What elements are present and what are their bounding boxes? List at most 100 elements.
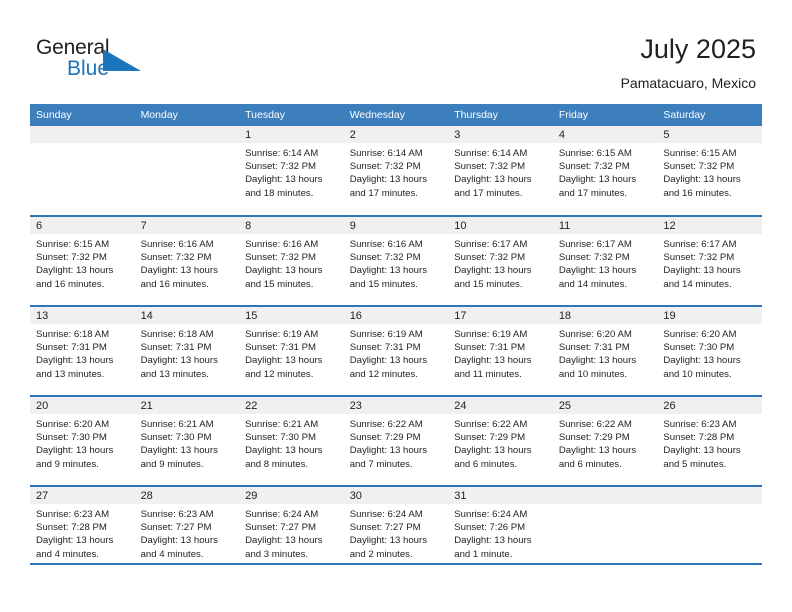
day-info-line: Sunrise: 6:24 AM xyxy=(349,509,423,520)
day-info-line: Sunset: 7:31 PM xyxy=(454,342,526,354)
calendar-day-cell[interactable]: 20 Sunrise: 6:20 AM Sunset: 7:30 PM Dayligh… xyxy=(30,395,135,486)
calendar-day-cell[interactable]: 6 Sunrise: 6:15 AM Sunset: 7:32 PM Daylight… xyxy=(30,215,135,306)
day-sun-info: Sunrise: 6:22 AM Sunset: 7:29 PM Daylight:… xyxy=(553,414,658,471)
day-sun-info: Sunrise: 6:18 AM Sunset: 7:31 PM Daylight:… xyxy=(135,324,240,381)
calendar-day-cell[interactable]: 12 Sunrise: 6:17 AM Sunset: 7:32 PM Dayligh… xyxy=(657,215,762,306)
day-info-line: Daylight: 13 hours xyxy=(245,535,323,547)
day-sun-info xyxy=(553,504,658,508)
day-info-line: and 12 minutes. xyxy=(245,368,314,380)
calendar-day-cell[interactable]: 21 Sunrise: 6:21 AM Sunset: 7:30 PM Dayligh… xyxy=(134,395,240,486)
day-info-line: Sunrise: 6:20 AM xyxy=(558,329,632,340)
day-info-line: Sunset: 7:32 PM xyxy=(663,161,735,173)
day-number xyxy=(552,487,658,504)
day-number: 1 xyxy=(239,126,344,143)
day-number: 28 xyxy=(134,487,240,504)
day-info-line: Sunrise: 6:17 AM xyxy=(663,239,737,250)
day-info-line: and 11 minutes. xyxy=(454,368,522,380)
title-block: July 2025 Pamatacuaro, Mexico xyxy=(621,33,756,92)
calendar-day-cell[interactable]: 3 Sunrise: 6:14 AM Sunset: 7:32 PM Daylight… xyxy=(448,126,553,216)
day-info-line: Sunset: 7:29 PM xyxy=(558,432,630,444)
day-info-line: Sunrise: 6:23 AM xyxy=(140,509,214,520)
day-info-line: and 7 minutes. xyxy=(349,458,413,470)
day-info-line: and 14 minutes. xyxy=(558,278,628,290)
day-sun-info: Sunrise: 6:22 AM Sunset: 7:29 PM Daylight:… xyxy=(344,414,449,471)
day-number: 20 xyxy=(30,397,135,414)
calendar-day-cell[interactable]: 4 Sunrise: 6:15 AM Sunset: 7:32 PM Daylight… xyxy=(552,126,658,216)
day-info-line: Sunset: 7:32 PM xyxy=(454,252,526,264)
day-info-line: and 8 minutes. xyxy=(245,458,309,470)
day-info-line: Sunset: 7:30 PM xyxy=(36,432,107,444)
day-sun-info xyxy=(135,143,240,147)
day-sun-info: Sunrise: 6:23 AM Sunset: 7:27 PM Daylight:… xyxy=(135,504,240,561)
day-info-line: Sunset: 7:27 PM xyxy=(349,522,421,534)
day-info-line: Sunrise: 6:14 AM xyxy=(349,148,423,159)
calendar-day-cell[interactable]: 11 Sunrise: 6:17 AM Sunset: 7:32 PM Dayligh… xyxy=(552,215,658,306)
day-info-line: Sunset: 7:28 PM xyxy=(663,432,735,444)
day-info-line: and 1 minute. xyxy=(454,548,513,560)
day-sun-info: Sunrise: 6:20 AM Sunset: 7:30 PM Daylight:… xyxy=(30,414,135,471)
day-info-line: Sunset: 7:27 PM xyxy=(245,522,317,534)
calendar-day-cell[interactable]: 7 Sunrise: 6:16 AM Sunset: 7:32 PM Daylight… xyxy=(134,215,240,306)
day-info-line: and 17 minutes. xyxy=(349,187,418,199)
day-sun-info: Sunrise: 6:21 AM Sunset: 7:30 PM Daylight:… xyxy=(239,414,344,471)
calendar-grid: Sunday Monday Tuesday Wednesday Thursday Frid… xyxy=(30,104,762,576)
calendar-day-cell[interactable]: 15 Sunrise: 6:19 AM Sunset: 7:31 PM Dayligh… xyxy=(239,305,344,396)
day-info-line: Sunrise: 6:18 AM xyxy=(140,329,214,340)
day-info-line: Sunrise: 6:23 AM xyxy=(663,419,737,430)
day-info-line: Daylight: 13 hours xyxy=(454,265,532,277)
day-info-line: and 16 minutes. xyxy=(140,278,209,290)
calendar-day-cell[interactable]: 13 Sunrise: 6:18 AM Sunset: 7:31 PM Dayligh… xyxy=(30,305,135,396)
day-info-line: Daylight: 13 hours xyxy=(454,535,532,547)
day-info-line: Daylight: 13 hours xyxy=(454,174,532,186)
day-info-line: Daylight: 13 hours xyxy=(349,355,428,367)
calendar-day-cell[interactable]: 5 Sunrise: 6:15 AM Sunset: 7:32 PM Daylight… xyxy=(657,126,762,216)
day-info-line: and 14 minutes. xyxy=(663,278,732,290)
day-number xyxy=(30,126,135,143)
calendar-day-cell[interactable]: 10 Sunrise: 6:17 AM Sunset: 7:32 PM Dayligh… xyxy=(448,215,553,306)
calendar-day-cell[interactable]: 16 Sunrise: 6:19 AM Sunset: 7:31 PM Dayligh… xyxy=(343,305,449,396)
calendar-day-cell[interactable]: 8 Sunrise: 6:16 AM Sunset: 7:32 PM Daylight… xyxy=(239,215,344,306)
day-info-line: Sunrise: 6:23 AM xyxy=(36,509,110,520)
calendar-day-cell[interactable]: 25 Sunrise: 6:22 AM Sunset: 7:29 PM Dayligh… xyxy=(552,395,658,486)
day-sun-info: Sunrise: 6:24 AM Sunset: 7:26 PM Daylight:… xyxy=(448,504,553,561)
calendar-day-cell[interactable]: 23 Sunrise: 6:22 AM Sunset: 7:29 PM Dayligh… xyxy=(343,395,449,486)
day-info-line: Sunset: 7:29 PM xyxy=(349,432,421,444)
day-sun-info: Sunrise: 6:24 AM Sunset: 7:27 PM Daylight:… xyxy=(344,504,449,561)
calendar-day-cell[interactable]: 2 Sunrise: 6:14 AM Sunset: 7:32 PM Daylight… xyxy=(343,126,449,216)
day-info-line: and 3 minutes. xyxy=(245,548,309,560)
calendar-day-cell[interactable]: 18 Sunrise: 6:20 AM Sunset: 7:31 PM Dayligh… xyxy=(552,305,658,396)
calendar-day-cell[interactable]: 22 Sunrise: 6:21 AM Sunset: 7:30 PM Dayligh… xyxy=(239,395,344,486)
day-number: 9 xyxy=(343,217,449,234)
day-sun-info: Sunrise: 6:24 AM Sunset: 7:27 PM Daylight:… xyxy=(239,504,344,561)
day-info-line: Sunrise: 6:21 AM xyxy=(245,419,319,430)
day-info-line: Sunset: 7:30 PM xyxy=(140,432,212,444)
calendar-week-row: 20 Sunrise: 6:20 AM Sunset: 7:30 PM Dayligh… xyxy=(30,395,762,486)
calendar-day-cell[interactable]: 17 Sunrise: 6:19 AM Sunset: 7:31 PM Dayligh… xyxy=(448,305,553,396)
day-info-line: Daylight: 13 hours xyxy=(36,355,114,367)
calendar-day-cell[interactable]: 26 Sunrise: 6:23 AM Sunset: 7:28 PM Dayligh… xyxy=(657,395,762,486)
day-number: 4 xyxy=(552,126,658,143)
day-info-line: and 17 minutes. xyxy=(558,187,628,199)
day-info-line: Sunset: 7:27 PM xyxy=(140,522,212,534)
calendar-table: Sunday Monday Tuesday Wednesday Thursday Frid… xyxy=(30,104,762,576)
calendar-day-cell-empty xyxy=(134,126,240,216)
calendar-day-cell[interactable]: 9 Sunrise: 6:16 AM Sunset: 7:32 PM Daylight… xyxy=(343,215,449,306)
day-info-line: Sunset: 7:30 PM xyxy=(245,432,317,444)
day-sun-info: Sunrise: 6:17 AM Sunset: 7:32 PM Daylight:… xyxy=(657,234,762,291)
calendar-day-cell[interactable]: 24 Sunrise: 6:22 AM Sunset: 7:29 PM Dayligh… xyxy=(448,395,553,486)
day-number: 31 xyxy=(448,487,553,504)
day-number: 25 xyxy=(552,397,658,414)
logo-text-blue: Blue xyxy=(67,57,110,80)
day-info-line: Daylight: 13 hours xyxy=(558,445,637,457)
calendar-day-cell[interactable]: 14 Sunrise: 6:18 AM Sunset: 7:31 PM Dayligh… xyxy=(134,305,240,396)
calendar-bottom-rule xyxy=(30,563,762,565)
day-info-line: Sunset: 7:31 PM xyxy=(36,342,107,354)
calendar-day-cell[interactable]: 19 Sunrise: 6:20 AM Sunset: 7:30 PM Dayligh… xyxy=(657,305,762,396)
day-info-line: and 15 minutes. xyxy=(245,278,314,290)
day-sun-info: Sunrise: 6:14 AM Sunset: 7:32 PM Daylight:… xyxy=(344,143,449,200)
calendar-day-cell[interactable]: 1 Sunrise: 6:14 AM Sunset: 7:32 PM Daylight… xyxy=(239,126,344,216)
day-info-line: and 16 minutes. xyxy=(663,187,732,199)
calendar-week-row: 1 Sunrise: 6:14 AM Sunset: 7:32 PM Daylight… xyxy=(30,126,762,216)
weekday-header-tuesday: Tuesday xyxy=(239,104,344,126)
generalblue-logo[interactable]: General Blue xyxy=(36,36,166,84)
